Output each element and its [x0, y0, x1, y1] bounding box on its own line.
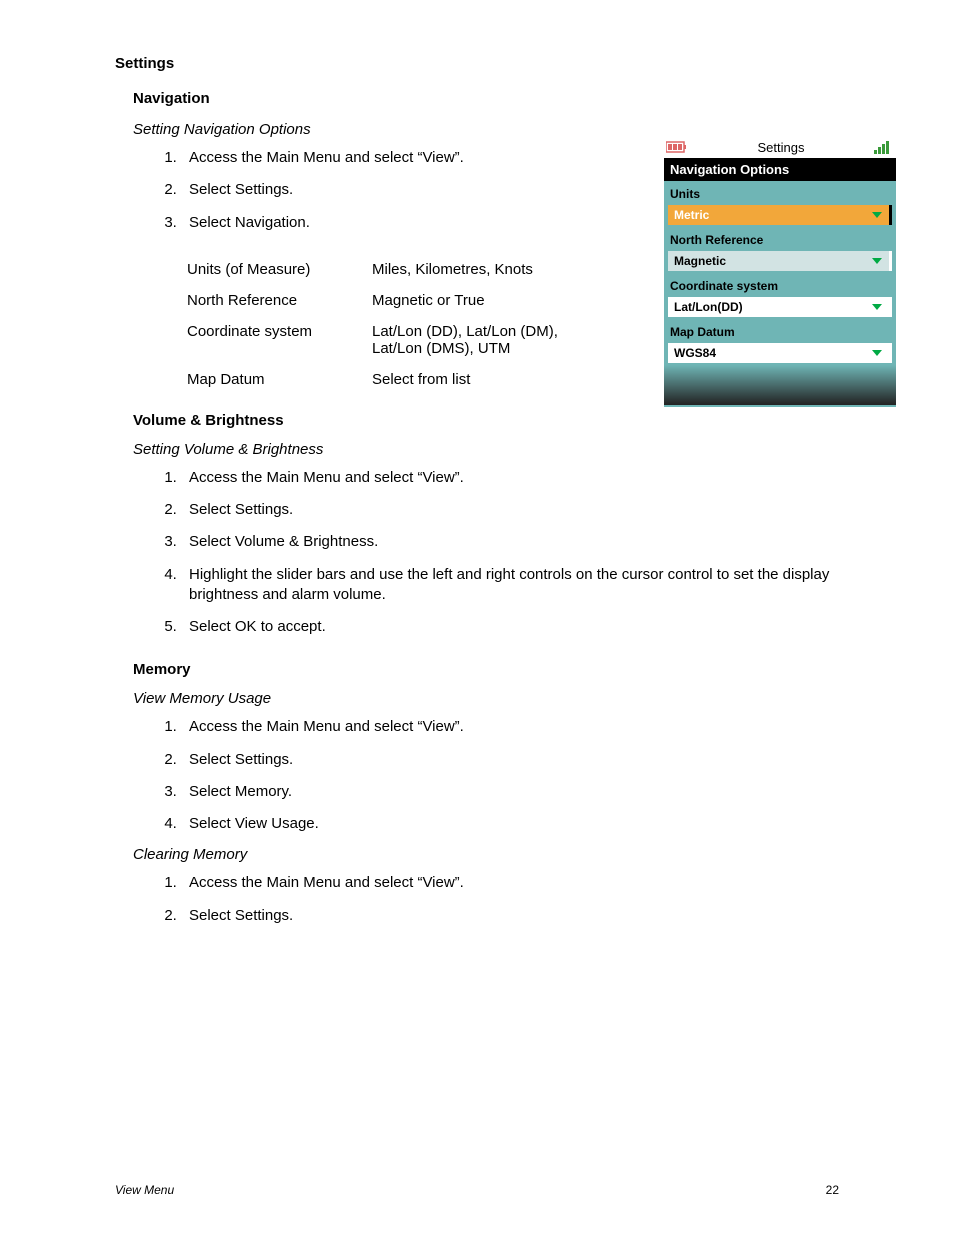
subheading-setting-volume-brightness: Setting Volume & Brightness [133, 441, 839, 458]
device-select-value: Lat/Lon(DD) [674, 300, 743, 314]
step: Access the Main Menu and select “View”. [181, 717, 839, 737]
option-row: Units (of Measure) Miles, Kilometres, Kn… [187, 261, 607, 278]
option-value: Miles, Kilometres, Knots [372, 261, 562, 278]
device-field-label: North Reference [664, 227, 896, 251]
option-key: Coordinate system [187, 323, 372, 340]
heading-volume-brightness: Volume & Brightness [133, 412, 839, 429]
step: Select View Usage. [181, 814, 839, 834]
subheading-view-memory-usage: View Memory Usage [133, 690, 839, 707]
device-coordinate-system-select[interactable]: Lat/Lon(DD) [668, 297, 892, 317]
device-north-reference-select[interactable]: Magnetic [668, 251, 892, 271]
footer-section: View Menu [115, 1183, 174, 1197]
step: Access the Main Menu and select “View”. [181, 873, 839, 893]
footer-page-number: 22 [826, 1183, 839, 1197]
navigation-options-table: Units (of Measure) Miles, Kilometres, Kn… [187, 261, 607, 388]
option-value: Select from list [372, 371, 562, 388]
steps-volume-brightness: Access the Main Menu and select “View”. … [153, 468, 839, 638]
steps-clearing-memory: Access the Main Menu and select “View”. … [153, 873, 839, 926]
step: Highlight the slider bars and use the le… [181, 565, 839, 606]
page-title: Settings [115, 55, 839, 72]
option-row: Coordinate system Lat/Lon (DD), Lat/Lon … [187, 323, 607, 357]
device-bottom-gradient [664, 365, 896, 405]
device-panel-body: Units Metric North Reference Magnetic Co… [664, 181, 896, 407]
device-status-bar: Settings [664, 136, 896, 158]
chevron-down-icon [871, 303, 883, 311]
step: Select OK to accept. [181, 617, 839, 637]
option-key: Map Datum [187, 371, 372, 388]
device-screen-title: Settings [688, 140, 874, 155]
option-row: North Reference Magnetic or True [187, 292, 607, 309]
signal-icon [874, 140, 894, 154]
device-units-select[interactable]: Metric [668, 205, 892, 225]
step: Select Settings. [181, 906, 839, 926]
device-field-label: Units [664, 181, 896, 205]
device-screenshot: Settings Navigation Options Units Metric… [664, 136, 896, 407]
step: Select Settings. [181, 750, 839, 770]
subheading-clearing-memory: Clearing Memory [133, 846, 839, 863]
option-row: Map Datum Select from list [187, 371, 607, 388]
heading-memory: Memory [133, 661, 839, 678]
device-map-datum-select[interactable]: WGS84 [668, 343, 892, 363]
device-select-value: WGS84 [674, 346, 716, 360]
option-value: Lat/Lon (DD), Lat/Lon (DM), Lat/Lon (DMS… [372, 323, 562, 357]
heading-navigation: Navigation [133, 90, 839, 107]
device-field-label: Coordinate system [664, 273, 896, 297]
device-select-value: Metric [674, 208, 709, 222]
steps-view-memory-usage: Access the Main Menu and select “View”. … [153, 717, 839, 834]
battery-icon [666, 141, 688, 153]
device-field-label: Map Datum [664, 319, 896, 343]
device-select-value: Magnetic [674, 254, 726, 268]
chevron-down-icon [871, 257, 883, 265]
step: Select Volume & Brightness. [181, 532, 839, 552]
step: Access the Main Menu and select “View”. [181, 468, 839, 488]
step: Select Memory. [181, 782, 839, 802]
chevron-down-icon [871, 211, 883, 219]
device-panel-header: Navigation Options [664, 158, 896, 181]
option-key: North Reference [187, 292, 372, 309]
option-value: Magnetic or True [372, 292, 562, 309]
page-footer: View Menu 22 [115, 1183, 839, 1197]
option-key: Units (of Measure) [187, 261, 372, 278]
step: Select Settings. [181, 500, 839, 520]
chevron-down-icon [871, 349, 883, 357]
